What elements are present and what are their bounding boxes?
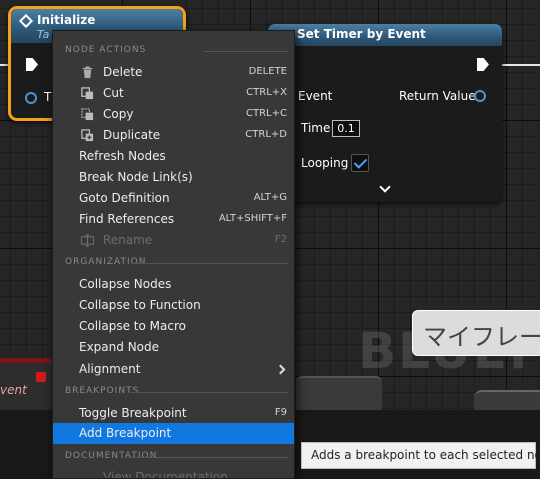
initialize-node-title: Initialize: [37, 13, 96, 27]
menu-item-shortcut: DELETE: [248, 66, 287, 77]
menu-item-goto-definition[interactable]: Goto Definition ALT+G: [53, 188, 294, 209]
menu-divider: [131, 263, 288, 264]
menu-item-label: Toggle Breakpoint: [79, 406, 187, 420]
menu-item-label: Cut: [103, 86, 124, 100]
menu-item-shortcut: CTRL+X: [246, 87, 287, 98]
tooltip: Adds a breakpoint to each selected node: [301, 442, 540, 469]
time-input[interactable]: 0.1: [332, 120, 360, 137]
initialize-delegate-pin-icon[interactable]: [25, 92, 37, 104]
menu-item-shortcut: ALT+G: [253, 192, 287, 203]
cut-icon: [81, 87, 94, 100]
menu-item-label: Duplicate: [103, 128, 161, 142]
event-pin-label: Event: [298, 89, 333, 103]
menu-item-shortcut: F9: [274, 407, 287, 418]
event-pin-icon[interactable]: [36, 372, 46, 382]
menu-item-label: Collapse to Macro: [79, 319, 186, 333]
initialize-pin-label: T: [44, 90, 52, 104]
menu-item-label: Find References: [79, 212, 175, 226]
menu-item-refresh-nodes[interactable]: Refresh Nodes: [53, 146, 294, 167]
menu-item-view-documentation: View Documentation: [53, 467, 294, 479]
menu-item-label: Collapse to Function: [79, 298, 201, 312]
menu-divider: [131, 392, 288, 393]
menu-item-rename: Rename F2: [53, 230, 294, 251]
function-diamond-icon: [18, 13, 34, 29]
menu-item-shortcut: CTRL+C: [246, 108, 287, 119]
looping-label: Looping: [301, 156, 349, 170]
menu-item-label: Refresh Nodes: [79, 149, 166, 163]
menu-item-label: Rename: [103, 233, 153, 247]
menu-item-cut[interactable]: Cut CTRL+X: [53, 83, 294, 104]
menu-item-expand-node[interactable]: Expand Node: [53, 337, 294, 358]
menu-item-label: Collapse Nodes: [79, 277, 172, 291]
menu-item-label: Expand Node: [79, 340, 160, 354]
event-node-label: vent: [0, 383, 27, 397]
menu-item-shortcut: CTRL+D: [245, 129, 287, 140]
menu-item-label: Alignment: [79, 362, 141, 376]
background-node-stub-right[interactable]: [474, 390, 540, 410]
section-header-documentation: DOCUMENTATION: [65, 451, 158, 461]
return-value-label: Return Value: [399, 89, 476, 103]
menu-item-label: Add Breakpoint: [79, 426, 172, 440]
exec-wire-right: [500, 64, 540, 66]
menu-item-label: Copy: [103, 107, 134, 121]
looping-checkbox[interactable]: [351, 154, 369, 172]
rename-icon: [81, 234, 94, 247]
return-value-pin-icon[interactable]: [474, 90, 486, 102]
trash-icon: [82, 66, 93, 79]
menu-item-collapse-to-function[interactable]: Collapse to Function: [53, 295, 294, 316]
chevron-right-icon: [275, 364, 286, 375]
context-menu: NODE ACTIONS Delete DELETE Cut CTRL+X Co…: [52, 30, 295, 479]
section-header-node-actions: NODE ACTIONS: [65, 45, 147, 55]
menu-item-collapse-to-macro[interactable]: Collapse to Macro: [53, 316, 294, 337]
menu-divider: [131, 457, 288, 458]
menu-item-label: View Documentation: [103, 470, 228, 479]
menu-item-label: Break Node Link(s): [79, 170, 193, 184]
menu-item-shortcut: F2: [274, 234, 287, 245]
menu-divider: [203, 51, 288, 52]
section-header-organization: ORGANIZATION: [65, 257, 147, 267]
event-node-partial[interactable]: vent: [0, 358, 52, 410]
menu-item-duplicate[interactable]: Duplicate CTRL+D: [53, 125, 294, 146]
menu-item-label: Goto Definition: [79, 191, 170, 205]
duplicate-icon: [81, 129, 94, 142]
section-header-breakpoints: BREAKPOINTS: [65, 386, 140, 396]
menu-item-find-references[interactable]: Find References ALT+SHIFT+F: [53, 209, 294, 230]
set-timer-node[interactable]: Set Timer by Event: [268, 24, 502, 202]
menu-item-delete[interactable]: Delete DELETE: [53, 62, 294, 83]
menu-item-toggle-breakpoint[interactable]: Toggle Breakpoint F9: [53, 403, 294, 424]
menu-item-collapse-nodes[interactable]: Collapse Nodes: [53, 274, 294, 295]
menu-item-break-node-links[interactable]: Break Node Link(s): [53, 167, 294, 188]
set-timer-node-title: Set Timer by Event: [297, 27, 426, 41]
menu-item-alignment[interactable]: Alignment: [53, 359, 294, 380]
copy-icon: [81, 108, 94, 121]
menu-item-copy[interactable]: Copy CTRL+C: [53, 104, 294, 125]
variable-node-japanese[interactable]: マイフレー: [412, 310, 540, 356]
time-label: Time: [301, 121, 331, 135]
background-node-stub[interactable]: [296, 376, 382, 410]
menu-item-add-breakpoint[interactable]: Add Breakpoint: [53, 423, 294, 444]
menu-item-label: Delete: [103, 65, 143, 79]
menu-item-shortcut: ALT+SHIFT+F: [218, 213, 287, 224]
set-timer-node-header: Set Timer by Event: [268, 24, 502, 46]
